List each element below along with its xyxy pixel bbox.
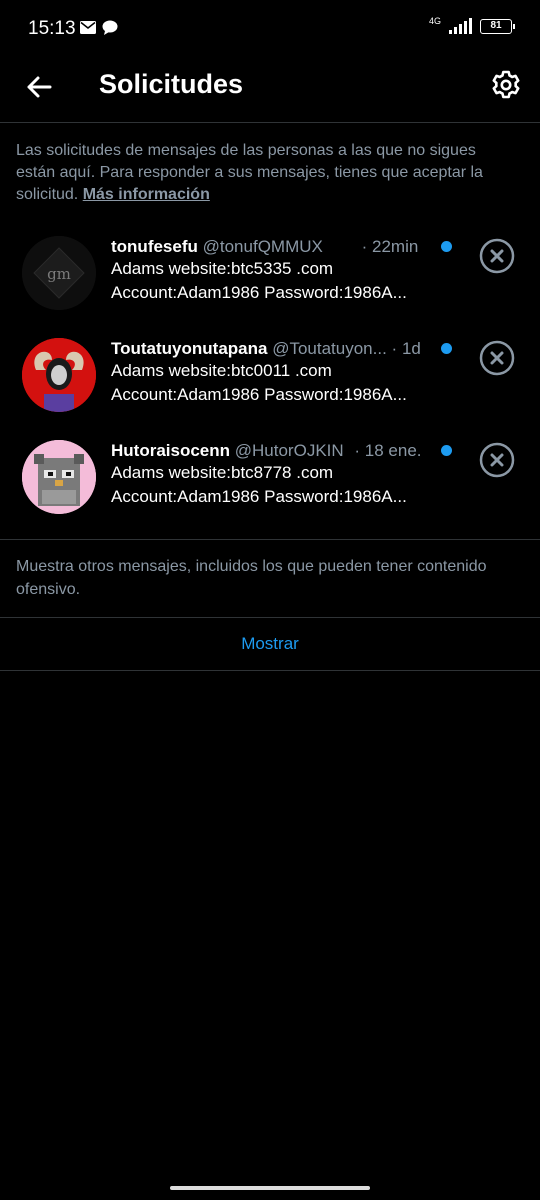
requests-info: Las solicitudes de mensajes de las perso… bbox=[16, 140, 516, 206]
avatar-art-icon bbox=[22, 338, 96, 412]
divider bbox=[0, 539, 540, 540]
message-preview-line: Adams website:btc0011 .com bbox=[111, 361, 332, 380]
other-messages-text: Muestra otros mensajes, incluidos los qu… bbox=[16, 558, 487, 598]
message-preview-line: Adams website:btc8778 .com bbox=[111, 463, 334, 482]
gm-logo-icon: gm bbox=[22, 236, 96, 310]
page-title: Solicitudes bbox=[99, 69, 244, 99]
display-name: Toutatuyonutapana bbox=[111, 339, 268, 358]
handle: @tonufQMMUX bbox=[202, 237, 323, 256]
timestamp: 22min bbox=[372, 237, 419, 256]
list-item[interactable]: Hutoraisocenn @HutorOJKIN · 18 ene. Adam… bbox=[0, 440, 540, 540]
signal-icon bbox=[449, 18, 472, 34]
list-item[interactable]: gm tonufesefu @tonufQMMUX · 22min Adams … bbox=[0, 236, 540, 336]
header: Solicitudes bbox=[0, 60, 540, 123]
list-item[interactable]: Toutatuyonutapana @Toutatuyon... · 1d Ad… bbox=[0, 338, 540, 438]
display-name: tonufesefu bbox=[111, 237, 198, 256]
handle: @HutorOJKIN bbox=[234, 441, 344, 460]
chat-bubble-icon bbox=[102, 20, 118, 35]
avatar[interactable] bbox=[22, 440, 96, 514]
unread-dot bbox=[441, 343, 452, 354]
dismiss-icon[interactable] bbox=[479, 442, 515, 478]
display-name: Hutoraisocenn bbox=[111, 441, 231, 460]
message-preview-line: Account:Adam1986 Password:1986A... bbox=[111, 283, 407, 302]
pixel-owl-icon bbox=[22, 440, 96, 514]
home-indicator[interactable] bbox=[170, 1186, 370, 1190]
avatar[interactable] bbox=[22, 338, 96, 412]
battery-icon: 81 bbox=[480, 18, 515, 34]
unread-dot bbox=[441, 241, 452, 252]
learn-more-link[interactable]: Más información bbox=[83, 186, 210, 203]
handle: @Toutatuyon... bbox=[272, 339, 387, 358]
dismiss-icon[interactable] bbox=[479, 238, 515, 274]
network-type: 4G bbox=[428, 15, 441, 26]
status-time: 15:13 bbox=[28, 18, 76, 39]
dismiss-icon[interactable] bbox=[479, 340, 515, 376]
message-preview-line: Account:Adam1986 Password:1986A... bbox=[111, 487, 407, 506]
separator: · bbox=[361, 237, 368, 256]
separator: · bbox=[391, 339, 398, 358]
avatar[interactable]: gm bbox=[22, 236, 96, 310]
unread-dot bbox=[441, 445, 452, 456]
timestamp: 1d bbox=[401, 339, 421, 358]
status-bar: 15:13 4G 81 bbox=[0, 0, 540, 60]
show-button[interactable]: Mostrar bbox=[0, 617, 540, 671]
separator: · bbox=[354, 441, 361, 460]
back-arrow-icon[interactable] bbox=[22, 70, 56, 104]
gear-icon[interactable] bbox=[490, 69, 522, 101]
message-preview-line: Account:Adam1986 Password:1986A... bbox=[111, 385, 407, 404]
timestamp: 18 ene. bbox=[364, 441, 422, 460]
svg-text:gm: gm bbox=[47, 265, 71, 283]
message-preview-line: Adams website:btc5335 .com bbox=[111, 259, 334, 278]
mail-icon bbox=[80, 21, 96, 34]
